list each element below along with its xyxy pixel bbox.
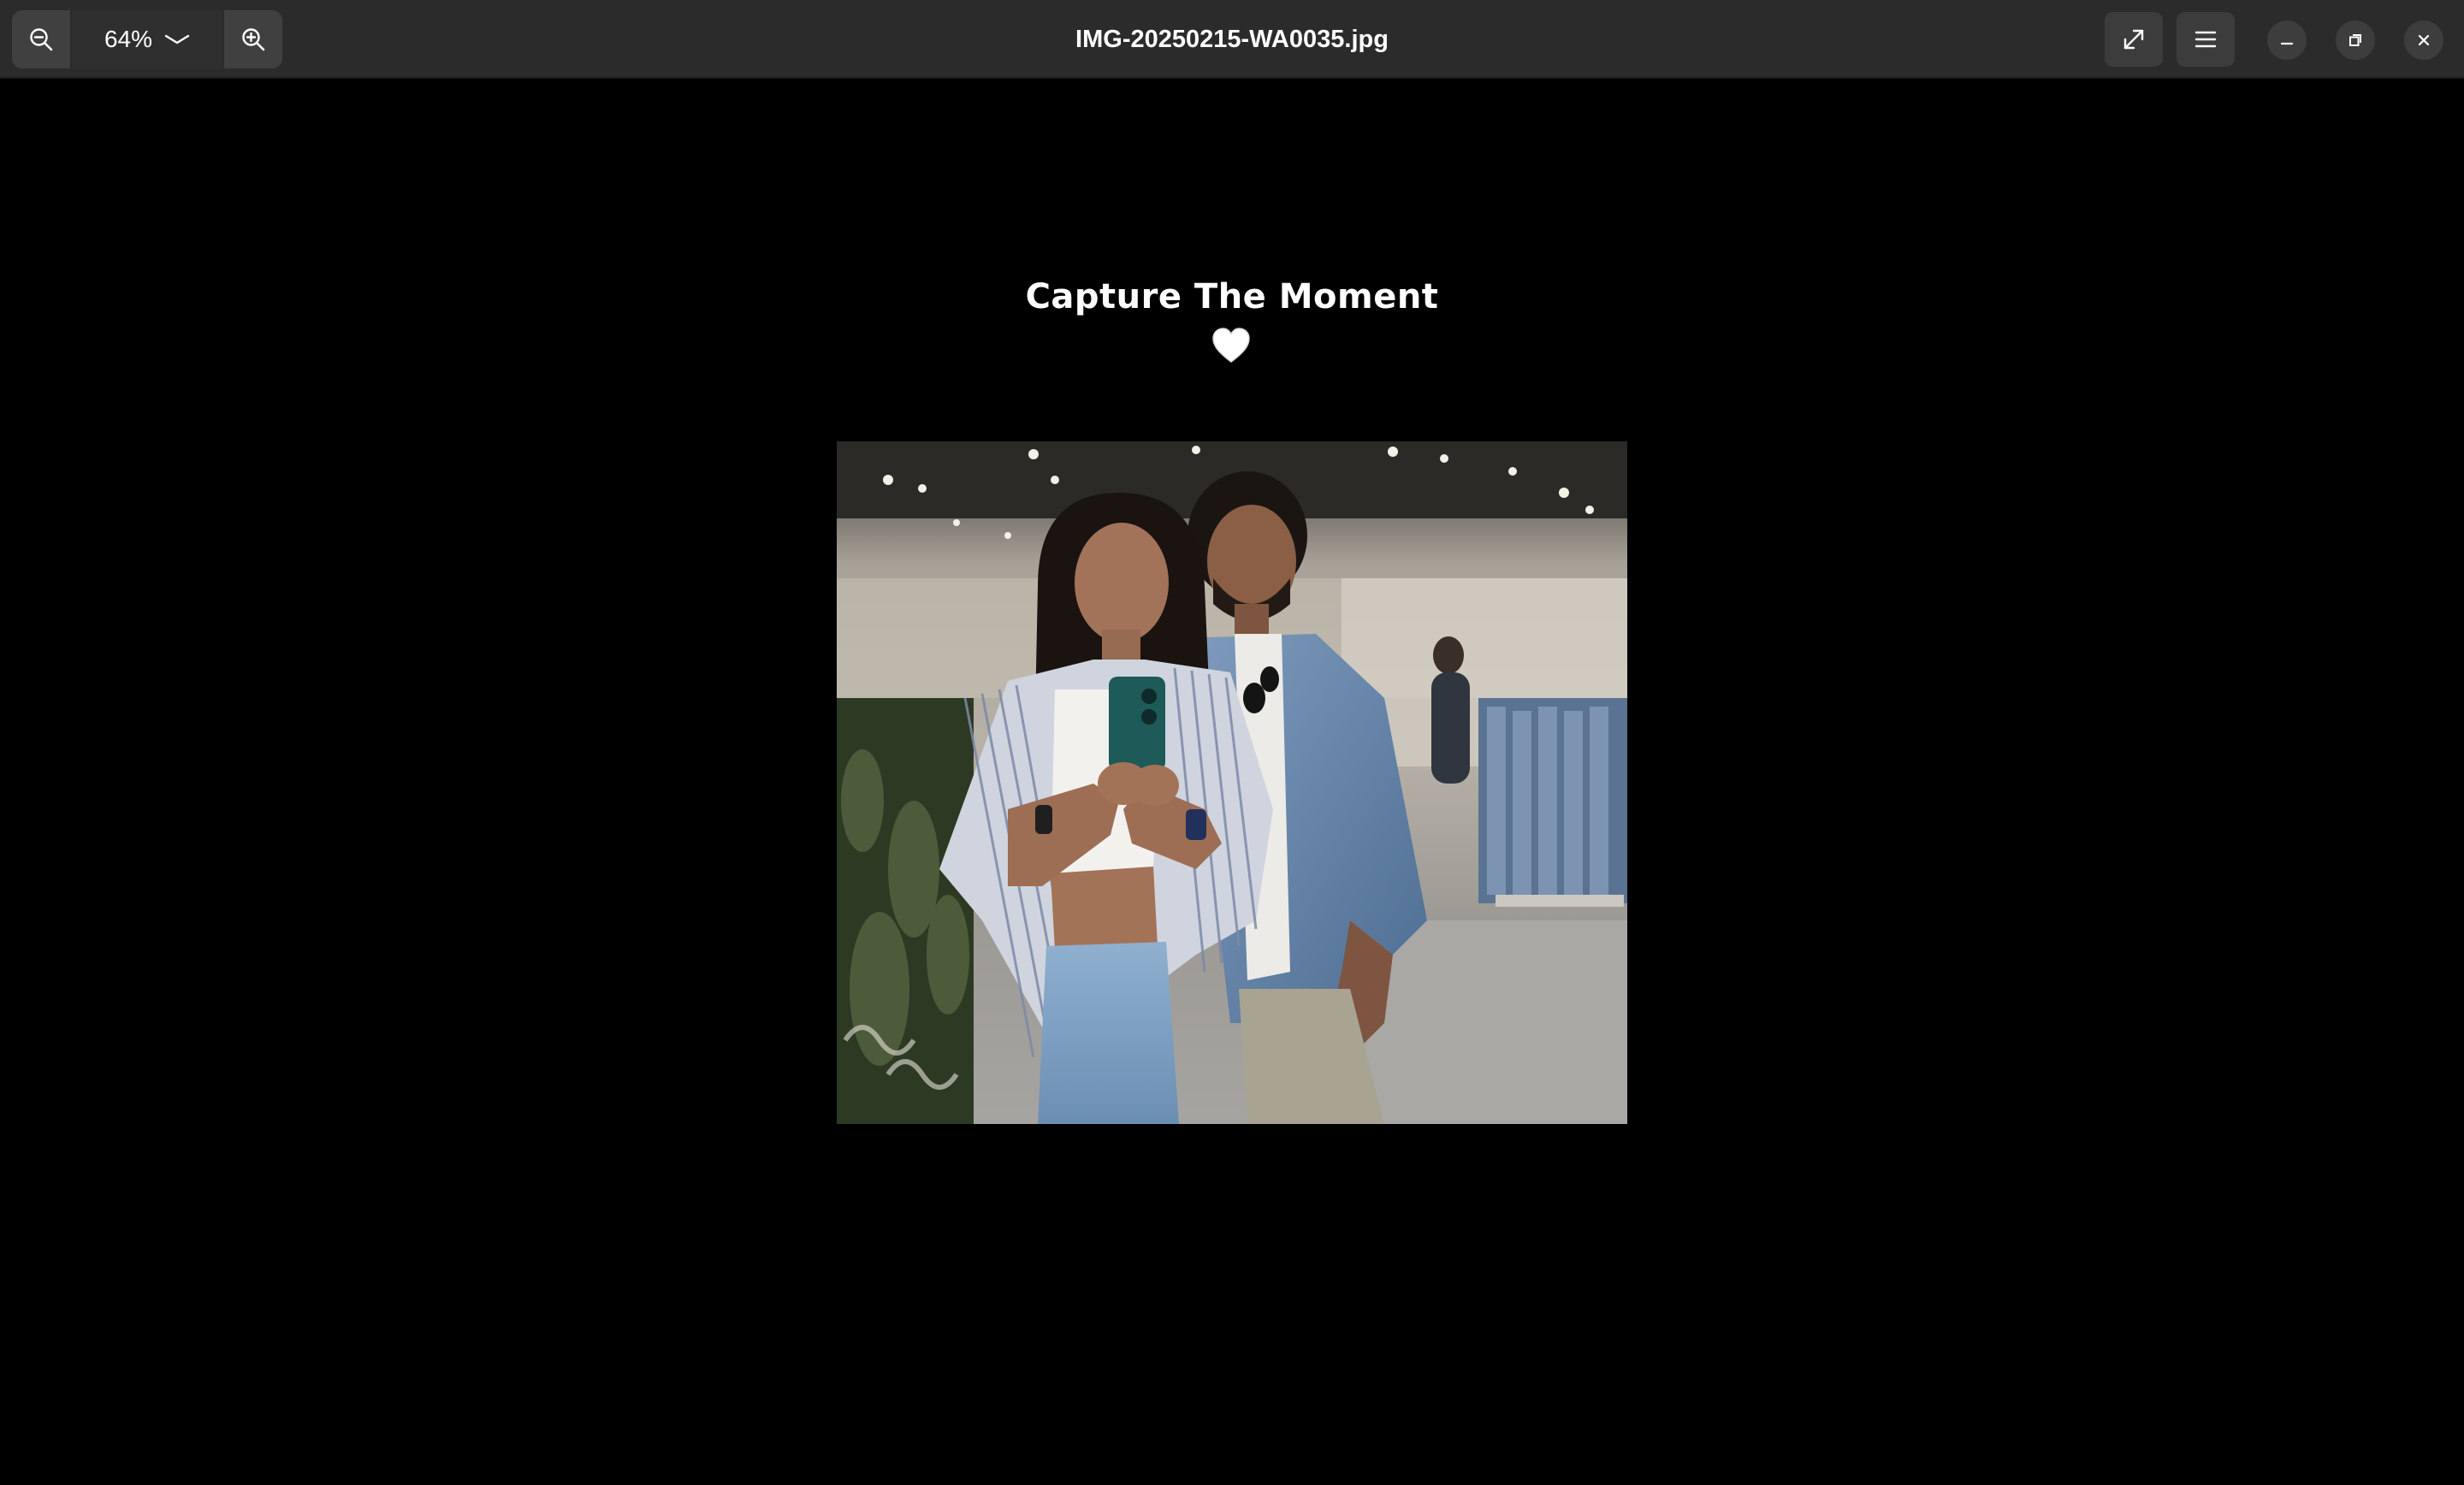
image-caption-text: Capture The Moment (1025, 277, 1439, 317)
zoom-out-icon (30, 28, 53, 51)
restore-icon (2349, 34, 2361, 46)
zoom-in-button[interactable] (222, 10, 282, 68)
zoom-control-group: 64% (12, 10, 282, 68)
zoom-in-icon (242, 28, 265, 51)
image-canvas[interactable]: Capture The Moment (0, 79, 2464, 1485)
hamburger-menu-icon (2194, 31, 2217, 48)
zoom-out-button[interactable] (12, 10, 72, 68)
close-icon (2418, 34, 2430, 46)
minimize-icon (2280, 42, 2294, 45)
zoom-level-value: 64% (104, 26, 153, 52)
fullscreen-button[interactable] (2105, 12, 2163, 67)
image-viewer-window: 64% IMG-20250215-WA0035.jpg Capture The … (0, 0, 2464, 1485)
chevron-down-icon (164, 34, 190, 44)
white-heart-icon (1212, 328, 1250, 363)
zoom-level-dropdown[interactable]: 64% (72, 10, 222, 68)
restore-button[interactable] (2336, 21, 2375, 60)
photo-couple-mirror-selfie (837, 441, 1627, 1124)
minimize-button[interactable] (2267, 21, 2307, 60)
window-title: IMG-20250215-WA0035.jpg (1075, 25, 1389, 53)
close-button[interactable] (2404, 21, 2443, 60)
main-menu-button[interactable] (2177, 12, 2235, 67)
header-bar: 64% IMG-20250215-WA0035.jpg (0, 0, 2464, 79)
fullscreen-icon (2123, 29, 2144, 50)
